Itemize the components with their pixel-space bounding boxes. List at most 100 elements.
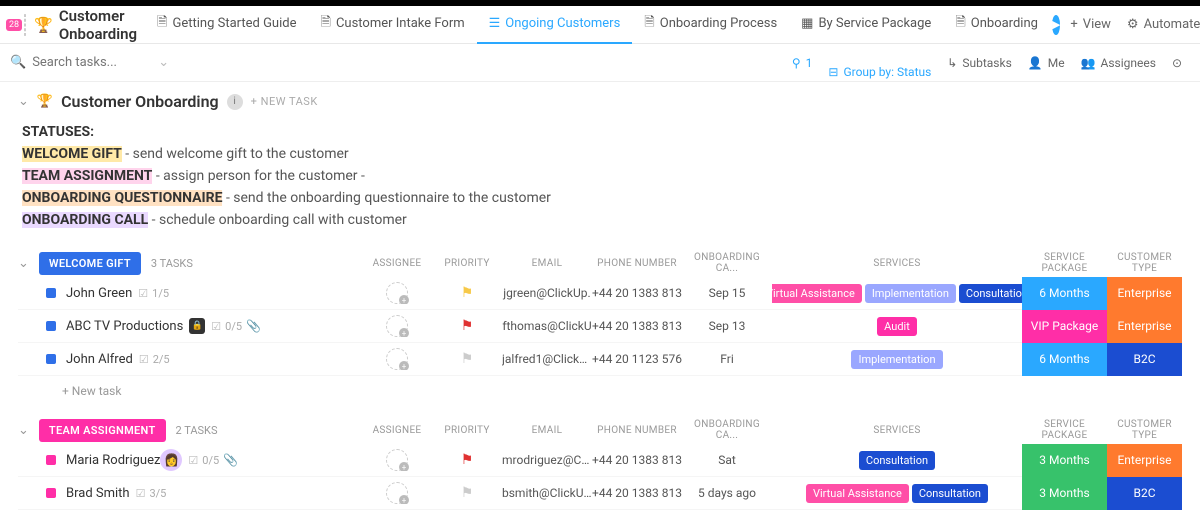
- phone-cell[interactable]: +44 20 1383 813: [592, 486, 682, 500]
- collapse-group-icon[interactable]: ⌄: [18, 256, 29, 271]
- service-tag[interactable]: Consultation: [959, 284, 1022, 303]
- me-chip[interactable]: 👤Me: [1020, 52, 1073, 74]
- tab-customer-intake-form[interactable]: 🗎Customer Intake Form: [308, 6, 476, 44]
- list-description: STATUSES:WELCOME GIFT - send welcome gif…: [22, 121, 1182, 231]
- status-indicator[interactable]: [46, 455, 56, 465]
- table-row[interactable]: ABC TV Productions🔒☑0/5📎⚑fthomas@ClickU+…: [18, 310, 1182, 343]
- group-by-chip[interactable]: ⊟Group by: Status: [820, 61, 939, 83]
- onboarding-call-cell[interactable]: Sat: [682, 453, 772, 467]
- doc-icon: 🗎: [644, 13, 654, 35]
- status-indicator[interactable]: [46, 288, 56, 298]
- group-header[interactable]: ⌄WELCOME GIFT3 TASKSASSIGNEEPRIORITYEMAI…: [18, 249, 1182, 277]
- menu-placeholder-icon[interactable]: [24, 14, 26, 36]
- service-package-cell[interactable]: 3 Months: [1022, 477, 1107, 510]
- status-pill[interactable]: TEAM ASSIGNMENT: [39, 419, 166, 442]
- list-icon: ☰: [489, 16, 501, 31]
- service-tag[interactable]: Implementation: [851, 350, 942, 369]
- priority-flag-icon[interactable]: ⚑: [461, 318, 474, 334]
- priority-flag-icon[interactable]: ⚑: [461, 452, 474, 468]
- onboarding-call-cell[interactable]: Fri: [682, 352, 772, 366]
- group-icon: ⊟: [828, 65, 838, 79]
- status-indicator[interactable]: [46, 354, 56, 364]
- customer-type-cell[interactable]: Enterprise: [1107, 310, 1182, 343]
- services-cell[interactable]: Implementation: [772, 350, 1022, 369]
- service-package-cell[interactable]: 6 Months: [1022, 343, 1107, 376]
- service-package-cell[interactable]: 6 Months: [1022, 277, 1107, 310]
- new-task-row[interactable]: + New task: [18, 376, 1182, 398]
- services-cell[interactable]: Virtual AssistanceConsultation: [772, 484, 1022, 503]
- tab-by-service-package[interactable]: ▦By Service Package: [789, 6, 943, 44]
- task-name[interactable]: John Green: [66, 286, 132, 301]
- assignee-add[interactable]: [386, 348, 408, 370]
- service-package-cell[interactable]: 3 Months: [1022, 444, 1107, 477]
- notif-badge[interactable]: 28: [6, 19, 22, 31]
- onboarding-call-cell[interactable]: Sep 15: [682, 286, 772, 300]
- group-header[interactable]: ⌄TEAM ASSIGNMENT2 TASKSASSIGNEEPRIORITYE…: [18, 416, 1182, 444]
- filter-chip[interactable]: ⚲1: [784, 52, 821, 74]
- service-tag[interactable]: Implementation: [865, 284, 956, 303]
- more-views-icon[interactable]: ▶: [1052, 15, 1060, 35]
- table-row[interactable]: Brad Smith☑3/5⚑bsmith@ClickUp.+44 20 138…: [18, 477, 1182, 510]
- email-cell[interactable]: mrodriguez@Clic: [502, 453, 592, 467]
- onboarding-call-cell[interactable]: Sep 13: [682, 319, 772, 333]
- services-cell[interactable]: Consultation: [772, 451, 1022, 470]
- priority-flag-icon[interactable]: ⚑: [461, 351, 474, 367]
- customer-type-cell[interactable]: B2C: [1107, 477, 1182, 510]
- customer-type-cell[interactable]: Enterprise: [1107, 277, 1182, 310]
- service-tag[interactable]: Audit: [877, 317, 917, 336]
- tab-onboarding[interactable]: 🗎Onboarding: [943, 6, 1050, 44]
- assignee-add[interactable]: [386, 315, 408, 337]
- phone-cell[interactable]: +44 20 1383 813: [592, 453, 682, 467]
- email-cell[interactable]: fthomas@ClickU: [502, 319, 592, 333]
- email-cell[interactable]: jalfred1@ClickUp: [502, 352, 592, 366]
- customer-type-cell[interactable]: Enterprise: [1107, 444, 1182, 477]
- service-tag[interactable]: Virtual Assistance: [806, 484, 909, 503]
- status-indicator[interactable]: [46, 321, 56, 331]
- search-box[interactable]: 🔍 ⌄: [10, 55, 784, 70]
- phone-cell[interactable]: +44 20 1383 813: [592, 319, 682, 333]
- task-name[interactable]: Maria Rodriguez: [66, 453, 160, 468]
- service-tag[interactable]: Consultation: [912, 484, 988, 503]
- subtasks-chip[interactable]: ↳Subtasks: [939, 52, 1019, 74]
- priority-flag-icon[interactable]: ⚑: [461, 485, 474, 501]
- assignee-add[interactable]: [386, 282, 408, 304]
- avatar[interactable]: 👩: [160, 449, 182, 471]
- email-cell[interactable]: jgreen@ClickUp.: [502, 286, 592, 300]
- table-row[interactable]: Maria Rodriguez👩☑0/5📎⚑mrodriguez@Clic+44…: [18, 444, 1182, 477]
- collapse-group-icon[interactable]: ⌄: [18, 423, 29, 438]
- space-title[interactable]: 🏆 Customer Onboarding: [28, 7, 143, 43]
- service-package-cell[interactable]: VIP Package: [1022, 310, 1107, 343]
- services-cell[interactable]: Virtual AssistanceImplementationConsulta…: [772, 284, 1022, 303]
- priority-flag-icon[interactable]: ⚑: [461, 285, 474, 301]
- table-row[interactable]: John Alfred☑2/5⚑jalfred1@ClickUp+44 20 1…: [18, 343, 1182, 376]
- tab-onboarding-process[interactable]: 🗎Onboarding Process: [632, 6, 789, 44]
- service-tag[interactable]: Virtual Assistance: [772, 284, 862, 303]
- assignee-add[interactable]: [386, 449, 408, 471]
- assignee-add[interactable]: [386, 482, 408, 504]
- add-view-button[interactable]: +View: [1064, 17, 1117, 32]
- tab-getting-started-guide[interactable]: 🗎Getting Started Guide: [145, 6, 308, 44]
- phone-cell[interactable]: +44 20 1383 813: [592, 286, 682, 300]
- tab-ongoing-customers[interactable]: ☰Ongoing Customers: [477, 6, 633, 44]
- service-tag[interactable]: Consultation: [859, 451, 935, 470]
- customer-type-cell[interactable]: B2C: [1107, 343, 1182, 376]
- more-settings-icon[interactable]: ⊙: [1164, 52, 1190, 74]
- onboarding-call-cell[interactable]: 5 days ago: [682, 486, 772, 500]
- services-cell[interactable]: Audit: [772, 317, 1022, 336]
- automate-button[interactable]: ⚙Automate: [1121, 17, 1200, 32]
- task-name[interactable]: ABC TV Productions: [66, 319, 183, 334]
- status-pill[interactable]: WELCOME GIFT: [39, 252, 141, 275]
- email-cell[interactable]: bsmith@ClickUp.: [502, 486, 592, 500]
- phone-cell[interactable]: +44 20 1123 576: [592, 352, 682, 366]
- task-name[interactable]: Brad Smith: [66, 486, 130, 501]
- assignees-chip[interactable]: 👥Assignees: [1073, 52, 1164, 74]
- chevron-down-icon[interactable]: ⌄: [158, 55, 169, 70]
- collapse-list-icon[interactable]: ⌄: [18, 94, 29, 109]
- search-input[interactable]: [32, 55, 152, 70]
- person-icon: 👤: [1028, 56, 1043, 70]
- new-task-header[interactable]: + NEW TASK: [251, 95, 318, 108]
- table-row[interactable]: John Green☑1/5⚑jgreen@ClickUp.+44 20 138…: [18, 277, 1182, 310]
- status-indicator[interactable]: [46, 488, 56, 498]
- info-icon[interactable]: i: [227, 94, 243, 110]
- task-name[interactable]: John Alfred: [66, 352, 133, 367]
